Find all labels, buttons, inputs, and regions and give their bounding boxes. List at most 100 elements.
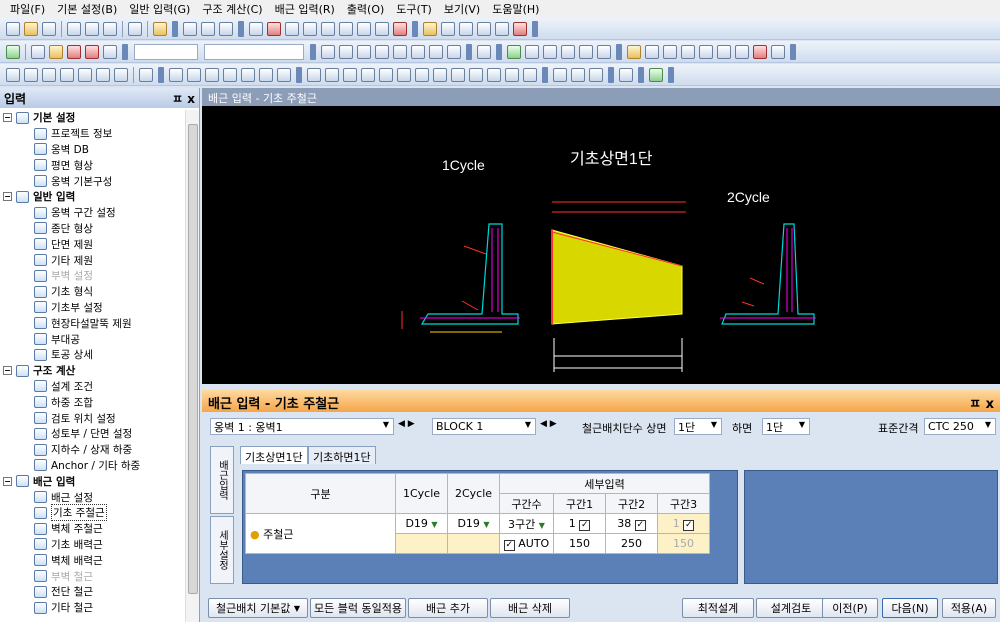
zoom-ext-icon[interactable] xyxy=(60,67,74,82)
earthwork-icon[interactable] xyxy=(375,21,389,36)
tree-item[interactable]: 종단 형상 xyxy=(0,221,186,237)
tree-item[interactable]: 옹벽 DB xyxy=(0,142,186,158)
rect-icon[interactable] xyxy=(735,44,749,59)
zoom-in-icon[interactable] xyxy=(78,67,92,82)
std-spacing-select[interactable]: CTC 250 ▼ xyxy=(924,418,996,435)
grid-toggle-icon[interactable] xyxy=(553,67,567,82)
tree-item[interactable]: 평면 형상 xyxy=(0,157,186,173)
apply-button[interactable]: 적용(A) xyxy=(942,598,996,618)
foundation-icon[interactable] xyxy=(321,21,335,36)
tree-group[interactable]: − 일반 입력 xyxy=(0,189,186,205)
vtab-rebar-input[interactable]: 배근입력 xyxy=(210,446,234,514)
collapse-icon[interactable]: − xyxy=(3,192,12,202)
toolbar-combo-2[interactable] xyxy=(204,43,304,60)
apply-all-blocks-button[interactable]: 모든 블럭 동일적용 xyxy=(310,598,406,618)
move-icon[interactable] xyxy=(543,44,557,59)
first-icon[interactable] xyxy=(321,44,335,59)
add-rebar-button[interactable]: 배근 추가 xyxy=(408,598,488,618)
layer-icon[interactable] xyxy=(507,44,521,59)
help-icon[interactable] xyxy=(153,21,167,36)
tree-item[interactable]: 기타 제원 xyxy=(0,252,186,268)
tree-item[interactable]: 현장타설말뚝 제원 xyxy=(0,315,186,331)
segment-icon[interactable] xyxy=(249,21,263,36)
tree-item[interactable]: 옹벽 기본구성 xyxy=(0,173,186,189)
sec2-checkbox[interactable]: ✓ xyxy=(634,519,646,531)
tree-item[interactable]: 벽체 배력근 xyxy=(0,552,186,568)
check-pos-icon[interactable] xyxy=(459,21,473,36)
tree-item[interactable]: 기초 형식 xyxy=(0,284,186,300)
cycle2-select[interactable]: D19 ▼ xyxy=(447,513,500,534)
section-icon[interactable] xyxy=(285,21,299,36)
redo-icon[interactable] xyxy=(523,67,537,82)
tree-item[interactable]: 기초 주철근 xyxy=(0,504,186,522)
counterfort-icon[interactable] xyxy=(393,21,407,36)
cut-icon[interactable] xyxy=(67,21,81,36)
check-icon[interactable] xyxy=(6,44,20,59)
tree-group[interactable]: − 배근 입력 xyxy=(0,473,186,489)
tree-item[interactable]: 배근 설정 xyxy=(0,489,186,505)
delete-rebar-button[interactable]: 배근 삭제 xyxy=(490,598,570,618)
collapse-icon[interactable]: − xyxy=(3,476,12,486)
cross-icon[interactable] xyxy=(205,67,219,82)
spacing3-cell[interactable]: 150 xyxy=(657,533,710,554)
pin-icon[interactable]: ㅍ xyxy=(172,92,183,106)
vtab-detail-settings[interactable]: 세부설정 xyxy=(210,516,234,584)
tree-item[interactable]: 설계 조건 xyxy=(0,379,186,395)
dimension-icon[interactable] xyxy=(303,21,317,36)
default-layout-button[interactable]: 철근배치 기본값 ▼ xyxy=(208,598,308,618)
spacing1-cell[interactable]: 150 xyxy=(553,533,606,554)
menu-file[interactable]: 파일(F) xyxy=(4,1,51,17)
dim-h-icon[interactable] xyxy=(325,67,339,82)
arc-icon[interactable] xyxy=(241,67,255,82)
menu-structural-calc[interactable]: 구조 계산(C) xyxy=(196,1,268,17)
design-condition-icon[interactable] xyxy=(423,21,437,36)
toolbar-combo-1[interactable] xyxy=(134,43,198,60)
plan-icon[interactable] xyxy=(201,21,215,36)
zoom-window-icon[interactable] xyxy=(24,67,38,82)
tree-item[interactable]: 성토부 / 단면 설정 xyxy=(0,426,186,442)
sec3-cell[interactable]: 1 ✓ xyxy=(657,513,710,534)
table-icon[interactable] xyxy=(561,44,575,59)
tree-item[interactable]: 부대공 xyxy=(0,331,186,347)
report3-icon[interactable] xyxy=(67,44,81,59)
shape2-icon[interactable] xyxy=(663,44,677,59)
report-icon[interactable] xyxy=(31,44,45,59)
wall-db-icon[interactable] xyxy=(183,21,197,36)
layer-list-icon[interactable] xyxy=(589,67,603,82)
new-icon[interactable] xyxy=(6,21,20,36)
close-icon[interactable]: x xyxy=(187,92,195,106)
report4-icon[interactable] xyxy=(85,44,99,59)
dim-b-icon[interactable] xyxy=(415,67,429,82)
shape7-icon[interactable] xyxy=(771,44,785,59)
grid-icon[interactable] xyxy=(339,21,353,36)
fill-icon[interactable] xyxy=(477,21,491,36)
shape4-icon[interactable] xyxy=(699,44,713,59)
zoom-prev-icon[interactable] xyxy=(42,67,56,82)
tree-scrollbar[interactable] xyxy=(185,110,199,622)
zoom-all-icon[interactable] xyxy=(6,67,20,82)
anchor-icon[interactable] xyxy=(513,21,527,36)
load-comb-icon[interactable] xyxy=(441,21,455,36)
tree-item[interactable]: 기초 배력근 xyxy=(0,537,186,553)
line-icon[interactable] xyxy=(169,67,183,82)
sec1-checkbox[interactable]: ✓ xyxy=(579,519,591,531)
dim-o-icon[interactable] xyxy=(433,67,447,82)
close-icon[interactable]: x xyxy=(986,397,994,412)
menu-basic-settings[interactable]: 기본 설정(B) xyxy=(51,1,123,17)
select-icon[interactable] xyxy=(307,67,321,82)
design-check-button[interactable]: 설계검토 xyxy=(756,598,826,618)
print-icon[interactable] xyxy=(128,21,142,36)
shape6-icon[interactable] xyxy=(753,44,767,59)
tree-group[interactable]: − 구조 계산 xyxy=(0,363,186,379)
tree-item[interactable]: 지하수 / 상재 하중 xyxy=(0,442,186,458)
menu-tools[interactable]: 도구(T) xyxy=(390,1,438,17)
tree-item[interactable]: 프로젝트 정보 xyxy=(0,126,186,142)
zoom-out-icon[interactable] xyxy=(96,67,110,82)
water-icon[interactable] xyxy=(495,21,509,36)
spacing2-cell[interactable]: 250 xyxy=(605,533,658,554)
undo-icon[interactable] xyxy=(505,67,519,82)
next-icon[interactable] xyxy=(411,44,425,59)
tree-item[interactable]: 부벽 설정 xyxy=(0,268,186,284)
shape5-icon[interactable] xyxy=(717,44,731,59)
pile-icon[interactable] xyxy=(357,21,371,36)
